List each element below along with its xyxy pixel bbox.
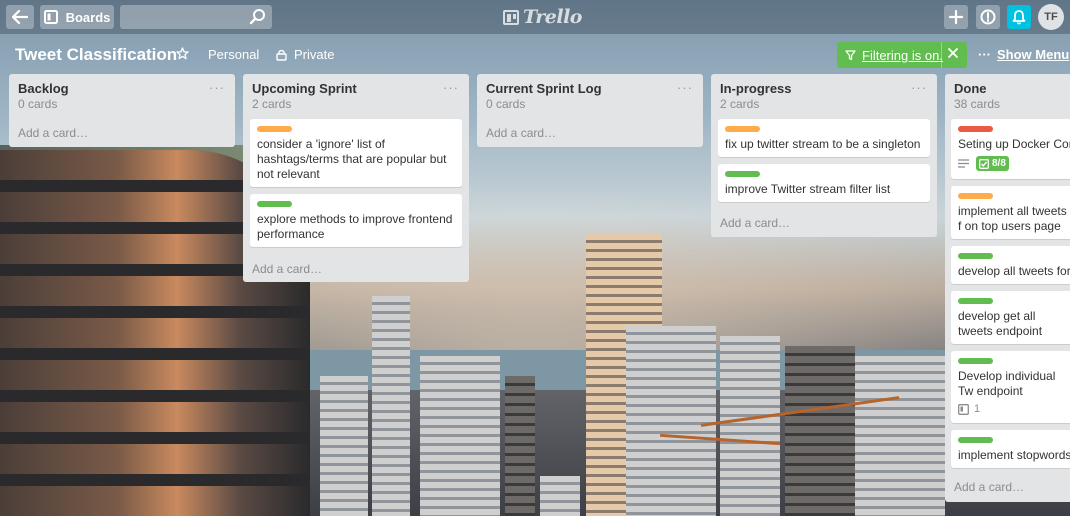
card-badges: 8/8 (958, 156, 1009, 171)
card-badges: 1 (958, 403, 980, 415)
card-label-orange (725, 126, 760, 132)
avatar[interactable]: TF (1038, 4, 1064, 30)
card[interactable]: implement stopwords (951, 430, 1070, 468)
add-card-button[interactable]: Add a card… (720, 216, 790, 230)
boards-icon (43, 10, 58, 24)
info-button[interactable] (976, 5, 1000, 29)
card-label-orange (958, 193, 993, 199)
list-menu-button[interactable]: ··· (911, 80, 927, 95)
list-title[interactable]: Current Sprint Log (486, 81, 602, 96)
boards-button[interactable]: Boards (40, 5, 114, 29)
card-title: consider a 'ignore' list of hashtags/ter… (257, 137, 447, 181)
search-icon (249, 9, 265, 25)
boards-label: Boards (65, 9, 111, 25)
checkbox-icon (979, 158, 989, 169)
top-header: Boards Trello TF (0, 0, 1070, 34)
card-label-green (958, 298, 993, 304)
filter-icon (845, 50, 856, 61)
filter-divider (941, 42, 942, 68)
card[interactable]: fix up twitter stream to be a singleton (718, 119, 930, 157)
card[interactable]: improve Twitter stream filter list (718, 164, 930, 202)
card-label-green (958, 358, 993, 364)
show-menu-button[interactable]: ··· Show Menu (978, 47, 1069, 62)
card[interactable]: explore methods to improve frontend perf… (250, 194, 462, 247)
board-title[interactable]: Tweet Classification (15, 45, 177, 65)
back-arrow-icon (12, 10, 28, 24)
card-title: develop all tweets for (958, 264, 1070, 278)
card-label-green (257, 201, 292, 207)
clear-filter-button[interactable] (948, 45, 958, 62)
notifications-button[interactable] (1007, 5, 1031, 29)
add-card-button[interactable]: Add a card… (18, 126, 88, 140)
list-backlog: Backlog 0 cards ··· Add a card… (9, 74, 235, 147)
trello-logo[interactable]: Trello (503, 6, 582, 28)
card-title: Seting up Docker Cor (958, 137, 1070, 151)
list-card-count: 2 cards (720, 97, 760, 111)
add-card-button[interactable]: Add a card… (252, 262, 322, 276)
list-menu-button[interactable]: ··· (677, 80, 693, 95)
team-label: Personal (208, 47, 260, 62)
search-input[interactable] (120, 5, 272, 29)
list-menu-button[interactable]: ··· (209, 80, 225, 95)
card-label-red (958, 126, 993, 132)
card-title: implement stopwords (958, 448, 1070, 462)
list-in-progress: In-progress 2 cards ··· fix up twitter s… (711, 74, 937, 237)
add-card-button[interactable]: Add a card… (954, 480, 1024, 494)
attachment-count: 1 (974, 403, 981, 415)
checklist-badge: 8/8 (976, 156, 1009, 171)
trello-logo-icon (503, 9, 519, 25)
card-title: develop get all tweets endpoint (958, 309, 1043, 338)
visibility-button[interactable]: Private (276, 47, 334, 62)
add-card-button[interactable]: Add a card… (486, 126, 556, 140)
bell-icon (1012, 10, 1026, 25)
card-title: fix up twitter stream to be a singleton (725, 137, 921, 151)
card-label-green (958, 437, 993, 443)
description-icon (958, 159, 969, 168)
list-card-count: 38 cards (954, 97, 1001, 111)
card[interactable]: Develop individual Tw endpoint 1 (951, 351, 1070, 423)
list-card-count: 2 cards (252, 97, 292, 111)
team-button[interactable]: Personal (208, 47, 259, 62)
visibility-label: Private (294, 47, 335, 62)
plus-icon (949, 10, 963, 24)
menu-dots-icon: ··· (978, 47, 991, 62)
card-title: improve Twitter stream filter list (725, 182, 891, 196)
list-card-count: 0 cards (18, 97, 58, 111)
card[interactable]: implement all tweets f on top users page (951, 186, 1070, 239)
card[interactable]: consider a 'ignore' list of hashtags/ter… (250, 119, 462, 187)
show-menu-label: Show Menu (997, 47, 1070, 62)
list-title[interactable]: In-progress (720, 81, 792, 96)
card-title: implement all tweets f on top users page (958, 204, 1067, 233)
add-button[interactable] (944, 5, 968, 29)
filter-label: Filtering is on. (862, 47, 943, 63)
info-icon (980, 9, 996, 25)
star-button[interactable] (176, 47, 189, 60)
logo-text: Trello (523, 6, 582, 28)
back-button[interactable] (6, 5, 34, 29)
list-title[interactable]: Upcoming Sprint (252, 81, 357, 96)
list-card-count: 0 cards (486, 97, 526, 111)
list-menu-button[interactable]: ··· (443, 80, 459, 95)
checklist-count: 8/8 (992, 158, 1006, 169)
card[interactable]: develop get all tweets endpoint (951, 291, 1070, 344)
card[interactable]: Seting up Docker Cor 8/8 (951, 119, 1070, 179)
filter-indicator[interactable]: Filtering is on. (837, 42, 967, 68)
list-current-sprint-log: Current Sprint Log 0 cards ··· Add a car… (477, 74, 703, 147)
list-done: Done 38 cards Seting up Docker Cor 8/8 i… (945, 74, 1070, 502)
close-icon (948, 48, 958, 58)
card-title: explore methods to improve frontend perf… (257, 212, 453, 241)
card-label-orange (257, 126, 292, 132)
card-title: Develop individual Tw endpoint (958, 369, 1056, 398)
list-title[interactable]: Backlog (18, 81, 69, 96)
card[interactable]: develop all tweets for (951, 246, 1070, 284)
card-label-green (725, 171, 760, 177)
lock-icon (276, 49, 287, 61)
card-label-green (958, 253, 993, 259)
list-title[interactable]: Done (954, 81, 987, 96)
list-upcoming-sprint: Upcoming Sprint 2 cards ··· consider a '… (243, 74, 469, 282)
star-icon (176, 47, 189, 60)
attachment-icon (958, 403, 969, 415)
